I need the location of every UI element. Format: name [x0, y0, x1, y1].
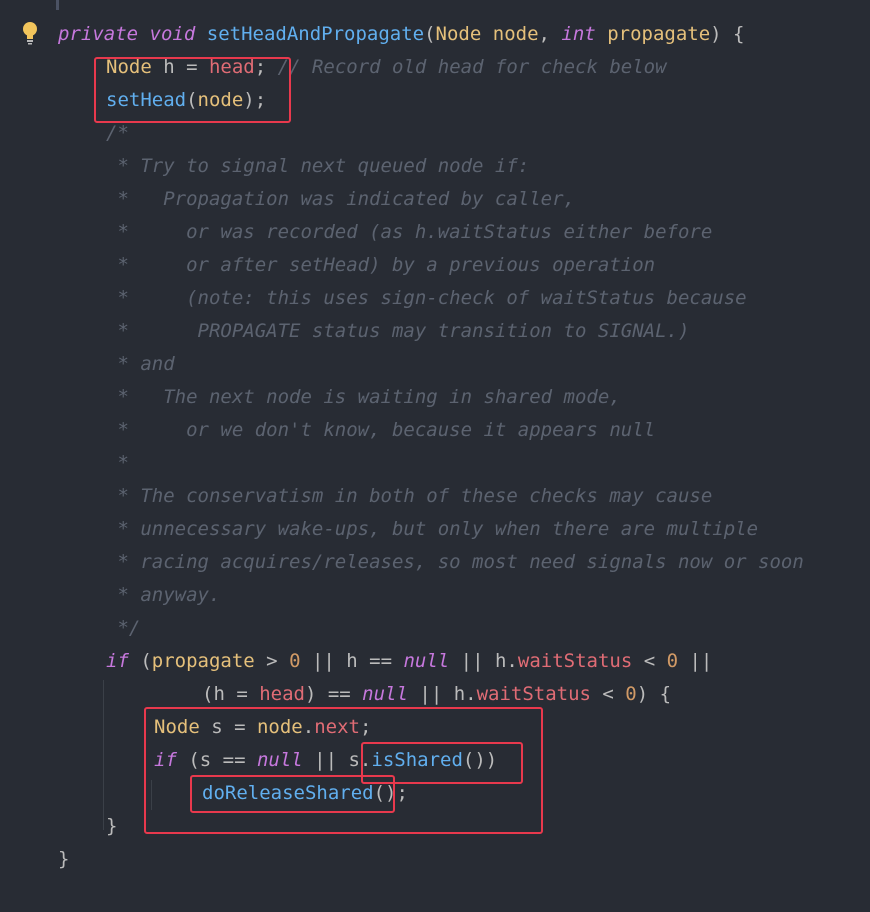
code-token: * Try to signal next queued node if: [106, 155, 530, 177]
code-line[interactable]: * anyway. [0, 579, 870, 612]
code-token: * racing acquires/releases, so most need… [106, 551, 804, 573]
code-line[interactable]: * or we don't know, because it appears n… [0, 414, 870, 447]
code-token: ) == [304, 683, 363, 705]
code-line[interactable]: * or after setHead) by a previous operat… [0, 249, 870, 282]
highlight-box-sethead [94, 57, 291, 123]
code-token: } [106, 815, 118, 837]
code-line-text: } [58, 843, 69, 876]
code-token: || h. [407, 683, 477, 705]
code-token: * [106, 452, 129, 474]
code-token: < [632, 650, 667, 672]
code-line-text: * [106, 447, 129, 480]
code-editor[interactable]: private void setHeadAndPropagate(Node no… [0, 0, 870, 912]
code-token: private [58, 23, 139, 45]
code-line-text: * Try to signal next queued node if: [106, 150, 529, 183]
code-token: * or was recorded (as h.waitStatus eithe… [106, 221, 713, 243]
code-token: * or we don't know, because it appears n… [106, 419, 656, 441]
code-line-text: * The next node is waiting in shared mod… [106, 381, 621, 414]
code-line[interactable]: if (propagate > 0 || h == null || h.wait… [0, 645, 870, 678]
code-token: * or after setHead) by a previous operat… [106, 254, 656, 276]
code-token: */ [106, 617, 141, 639]
code-token: null [362, 683, 408, 705]
code-line[interactable]: * PROPAGATE status may transition to SIG… [0, 315, 870, 348]
code-line-text: * The conservatism in both of these chec… [106, 480, 712, 513]
code-token: // Record old head for check below [277, 56, 667, 78]
code-line[interactable]: * racing acquires/releases, so most need… [0, 546, 870, 579]
code-line[interactable]: * and [0, 348, 870, 381]
code-token: * PROPAGATE status may transition to SIG… [106, 320, 690, 342]
code-token: waitStatus [517, 650, 633, 672]
fold-marker [56, 0, 59, 10]
code-line[interactable]: private void setHeadAndPropagate(Node no… [0, 18, 870, 51]
code-token: * unnecessary wake-ups, but only when th… [106, 518, 759, 540]
code-token: < [590, 683, 626, 705]
code-token: ) { [710, 23, 745, 45]
code-line-text: * PROPAGATE status may transition to SIG… [106, 315, 689, 348]
code-token: 0 [625, 683, 637, 705]
code-line-text: */ [106, 612, 140, 645]
code-line-text: * (note: this uses sign-check of waitSta… [106, 282, 747, 315]
code-line[interactable]: * unnecessary wake-ups, but only when th… [0, 513, 870, 546]
code-token: int [561, 23, 596, 45]
code-token: || h. [449, 650, 518, 672]
code-token: * and [106, 353, 175, 375]
code-line[interactable]: * The next node is waiting in shared mod… [0, 381, 870, 414]
code-token: ( [128, 650, 152, 672]
code-token: * The conservatism in both of these chec… [106, 485, 713, 507]
code-token: if [106, 650, 129, 672]
code-line-text: } [106, 810, 117, 843]
code-line[interactable]: * Try to signal next queued node if: [0, 150, 870, 183]
code-line-text: * racing acquires/releases, so most need… [106, 546, 804, 579]
code-line[interactable]: * (note: this uses sign-check of waitSta… [0, 282, 870, 315]
code-line-text: * or we don't know, because it appears n… [106, 414, 655, 447]
code-token: * anyway. [106, 584, 221, 606]
code-line-text: * unnecessary wake-ups, but only when th… [106, 513, 758, 546]
code-token: * Propagation was indicated by caller, [106, 188, 575, 210]
code-token: > [254, 650, 290, 672]
code-token: node [492, 23, 539, 45]
code-token: ) { [636, 683, 672, 705]
code-token: Node [435, 23, 482, 45]
code-token: || h == [300, 650, 404, 672]
code-line-text: if (propagate > 0 || h == null || h.wait… [106, 645, 712, 678]
code-line[interactable]: * [0, 447, 870, 480]
code-line[interactable]: */ [0, 612, 870, 645]
code-token: ( [424, 23, 436, 45]
code-token: * (note: this uses sign-check of waitSta… [106, 287, 747, 309]
highlight-box-doreleaseshared [190, 775, 395, 813]
code-line-text: * Propagation was indicated by caller, [106, 183, 575, 216]
code-token: head [259, 683, 305, 705]
code-token: null [403, 650, 450, 672]
code-line[interactable]: * Propagation was indicated by caller, [0, 183, 870, 216]
code-token: } [58, 848, 70, 870]
code-line[interactable]: * or was recorded (as h.waitStatus eithe… [0, 216, 870, 249]
indent-guide [103, 680, 104, 830]
code-token: /* [106, 122, 129, 144]
code-token: void [149, 23, 196, 45]
code-token: 0 [289, 650, 301, 672]
code-token: waitStatus [476, 683, 591, 705]
code-token: propagate [151, 650, 255, 672]
code-line-text: * and [106, 348, 175, 381]
code-token: (h = [202, 683, 260, 705]
code-token: , [538, 23, 562, 45]
code-token: propagate [607, 23, 711, 45]
code-token: setHeadAndPropagate [206, 23, 425, 45]
code-line[interactable]: } [0, 843, 870, 876]
code-line-text: * or after setHead) by a previous operat… [106, 249, 655, 282]
code-token: 0 [666, 650, 679, 672]
code-token: * The next node is waiting in shared mod… [106, 386, 621, 408]
code-line-text: private void setHeadAndPropagate(Node no… [58, 18, 744, 51]
code-line-text: * anyway. [106, 579, 220, 612]
code-line-text: * or was recorded (as h.waitStatus eithe… [106, 216, 712, 249]
code-token: || [678, 650, 713, 672]
code-line[interactable]: * The conservatism in both of these chec… [0, 480, 870, 513]
